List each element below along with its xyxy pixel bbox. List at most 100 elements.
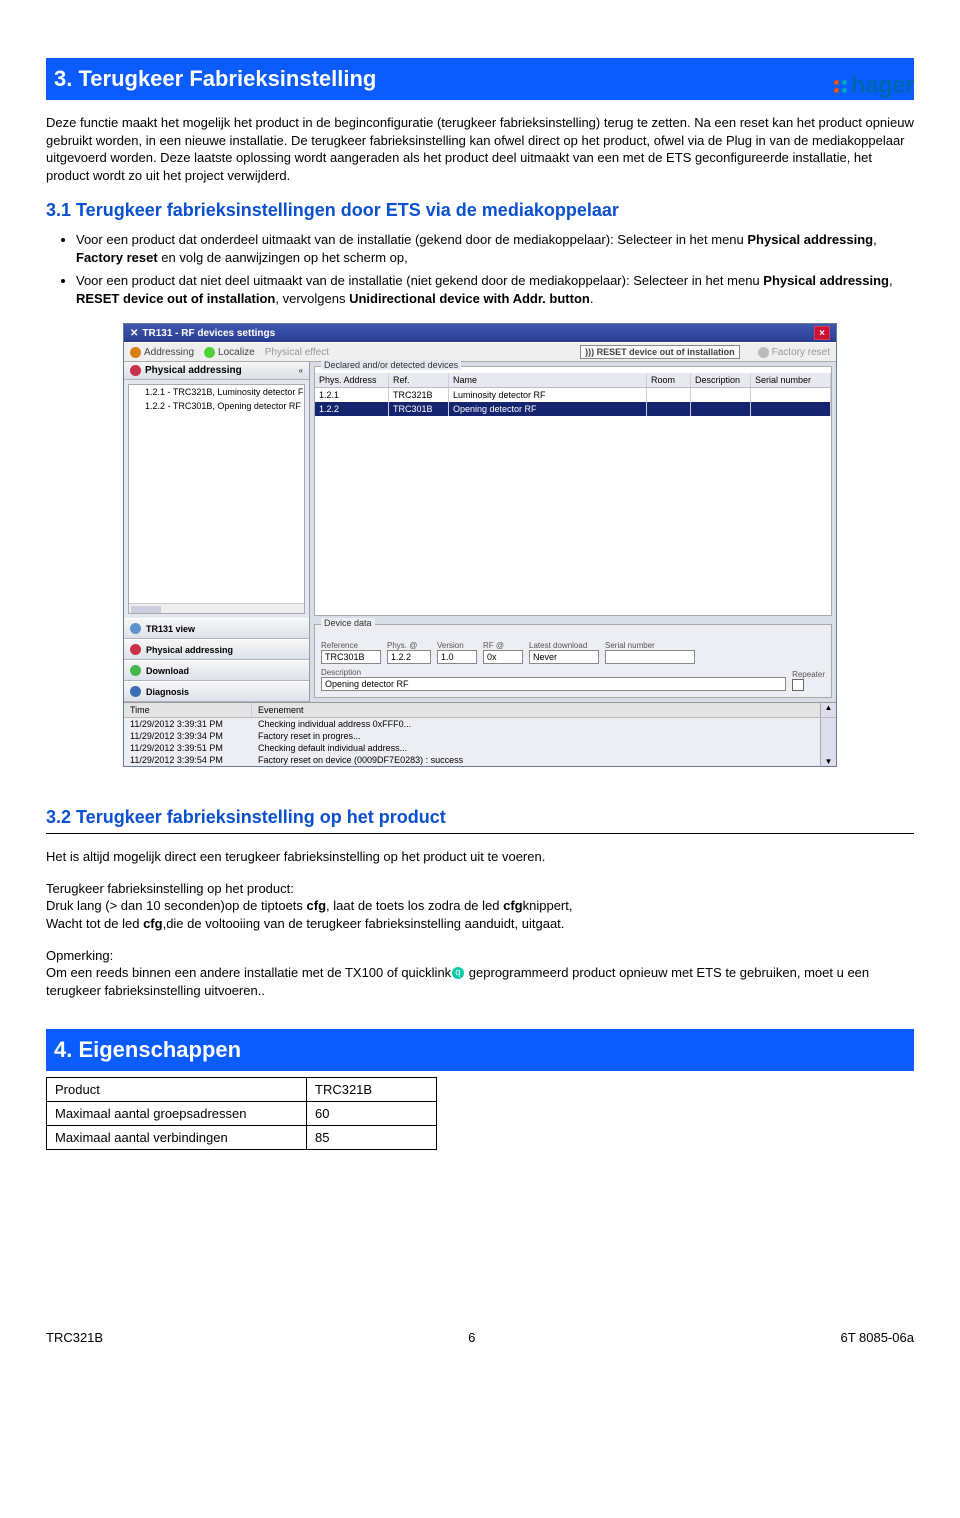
app-window: ✕ TR131 - RF devices settings × Addressi…	[123, 323, 837, 767]
nav-download[interactable]: Download	[124, 660, 309, 681]
scrollbar-horizontal[interactable]	[129, 603, 304, 614]
cell	[647, 402, 691, 416]
col-time[interactable]: Time	[124, 703, 252, 717]
table-row[interactable]: 1.2.1 TRC321B Luminosity detector RF	[315, 388, 831, 402]
text: en volg de aanwijzingen op het scherm op…	[158, 250, 408, 265]
cell: 1.2.1	[315, 388, 389, 402]
device-tree[interactable]: 1.2.1 - TRC321B, Luminosity detector F 1…	[128, 384, 305, 614]
cell: Opening detector RF	[449, 402, 647, 416]
log-time: 11/29/2012 3:39:31 PM	[124, 718, 252, 730]
section-3-title: 3. Terugkeer Fabrieksinstelling	[46, 58, 914, 100]
log-event: Factory reset in progres...	[252, 730, 820, 742]
log-row: 11/29/2012 3:39:51 PMChecking default in…	[124, 742, 820, 754]
cell: Luminosity detector RF	[449, 388, 647, 402]
nav-tr131-view[interactable]: TR131 view	[124, 618, 309, 639]
reset-device-button[interactable]: ))) RESET device out of installation	[580, 345, 740, 359]
titlebar: ✕ TR131 - RF devices settings ×	[124, 324, 836, 342]
p32-1: Het is altijd mogelijk direct een terugk…	[46, 848, 914, 866]
page-footer: TRC321B 6 6T 8085-06a	[46, 1330, 914, 1345]
reference-field[interactable]: TRC301B	[321, 650, 381, 664]
label: Download	[146, 666, 189, 676]
nav-physical-addressing[interactable]: Physical addressing	[124, 639, 309, 660]
text: Voor een product dat onderdeel uitmaakt …	[76, 232, 747, 247]
label: TR131 view	[146, 624, 195, 634]
text: .	[590, 291, 594, 306]
prop-key: Maximaal aantal groepsadressen	[47, 1102, 307, 1126]
label: Factory reset	[772, 347, 830, 358]
phys-addr-field[interactable]: 1.2.2	[387, 650, 431, 664]
table-row-selected[interactable]: 1.2.2 TRC301B Opening detector RF	[315, 402, 831, 416]
log-event: Factory reset on device (0009DF7E0283) :…	[252, 754, 820, 766]
prop-val: 85	[307, 1126, 437, 1150]
physical-addressing-panel-header[interactable]: Physical addressing «	[124, 362, 309, 380]
scroll-up-icon[interactable]: ▲	[820, 703, 836, 717]
device-data-group: Device data ReferenceTRC301B Phys. @1.2.…	[314, 624, 832, 698]
log-header: Time Evenement ▲	[124, 703, 836, 718]
label: Reference	[321, 641, 381, 650]
localize-icon	[204, 347, 215, 358]
toolbar: Addressing Localize Physical effect ))) …	[124, 342, 836, 362]
text: Om een reeds binnen een andere installat…	[46, 965, 451, 980]
log-time: 11/29/2012 3:39:51 PM	[124, 742, 252, 754]
col-address[interactable]: Phys. Address	[315, 373, 389, 387]
nav-diagnosis[interactable]: Diagnosis	[124, 681, 309, 702]
section-3-paragraph: Deze functie maakt het mogelijk het prod…	[46, 114, 914, 184]
prop-val: 60	[307, 1102, 437, 1126]
prop-key: Maximaal aantal verbindingen	[47, 1126, 307, 1150]
factory-reset-icon	[758, 347, 769, 358]
prop-val: TRC321B	[307, 1078, 437, 1102]
log-row: 11/29/2012 3:39:31 PMChecking individual…	[124, 718, 820, 730]
table-row: Maximaal aantal groepsadressen60	[47, 1102, 437, 1126]
text: ,	[889, 273, 893, 288]
label: Physical addressing	[145, 365, 242, 376]
text: knippert,	[523, 898, 573, 913]
bold-text: cfg	[307, 898, 327, 913]
brand-text: hager	[851, 72, 914, 100]
text: ,	[873, 232, 877, 247]
cell	[751, 402, 831, 416]
label: Version	[437, 641, 477, 650]
log-panel: Time Evenement ▲ 11/29/2012 3:39:31 PMCh…	[124, 702, 836, 766]
p32-4: Wacht tot de led cfg,die de voltooiing v…	[46, 915, 914, 933]
serial-field[interactable]	[605, 650, 695, 664]
col-room[interactable]: Room	[647, 373, 691, 387]
section-31-title: 3.1 Terugkeer fabrieksinstellingen door …	[46, 200, 914, 221]
label: Description	[321, 668, 786, 677]
toolbar-localize[interactable]: Localize	[204, 347, 255, 358]
col-description[interactable]: Description	[691, 373, 751, 387]
cell: 1.2.2	[315, 402, 389, 416]
description-field[interactable]: Opening detector RF	[321, 677, 786, 691]
col-ref[interactable]: Ref.	[389, 373, 449, 387]
text: , laat de toets los zodra de led	[326, 898, 503, 913]
rf-field[interactable]: 0x	[483, 650, 523, 664]
label: Diagnosis	[146, 687, 189, 697]
footer-right: 6T 8085-06a	[841, 1330, 915, 1345]
tree-item[interactable]: 1.2.1 - TRC321B, Luminosity detector F	[129, 385, 304, 399]
text: Voor een product dat niet deel uitmaakt …	[76, 273, 763, 288]
cell: TRC321B	[389, 388, 449, 402]
section-32-title: 3.2 Terugkeer fabrieksinstelling op het …	[46, 807, 914, 834]
label: Repeater	[792, 670, 825, 679]
tree-item[interactable]: 1.2.2 - TRC301B, Opening detector RF	[129, 399, 304, 413]
text: , vervolgens	[275, 291, 349, 306]
log-time: 11/29/2012 3:39:34 PM	[124, 730, 252, 742]
version-field[interactable]: 1.0	[437, 650, 477, 664]
latest-download-field[interactable]: Never	[529, 650, 599, 664]
window-title: TR131 - RF devices settings	[142, 328, 275, 339]
collapse-icon: «	[299, 366, 303, 375]
col-serial[interactable]: Serial number	[751, 373, 831, 387]
scroll-down-icon[interactable]: ▼	[820, 718, 836, 766]
footer-page-number: 6	[468, 1330, 475, 1345]
label: Phys. @	[387, 641, 431, 650]
bold-text: Physical addressing	[747, 232, 873, 247]
close-icon[interactable]: ×	[814, 326, 830, 340]
bold-text: cfg	[503, 898, 523, 913]
p32-6: Om een reeds binnen een andere installat…	[46, 964, 914, 999]
col-name[interactable]: Name	[449, 373, 647, 387]
label: Latest download	[529, 641, 599, 650]
label: Physical addressing	[146, 645, 233, 655]
log-event: Checking default individual address...	[252, 742, 820, 754]
toolbar-addressing[interactable]: Addressing	[130, 347, 194, 358]
repeater-checkbox[interactable]	[792, 679, 804, 691]
col-event[interactable]: Evenement	[252, 703, 820, 717]
